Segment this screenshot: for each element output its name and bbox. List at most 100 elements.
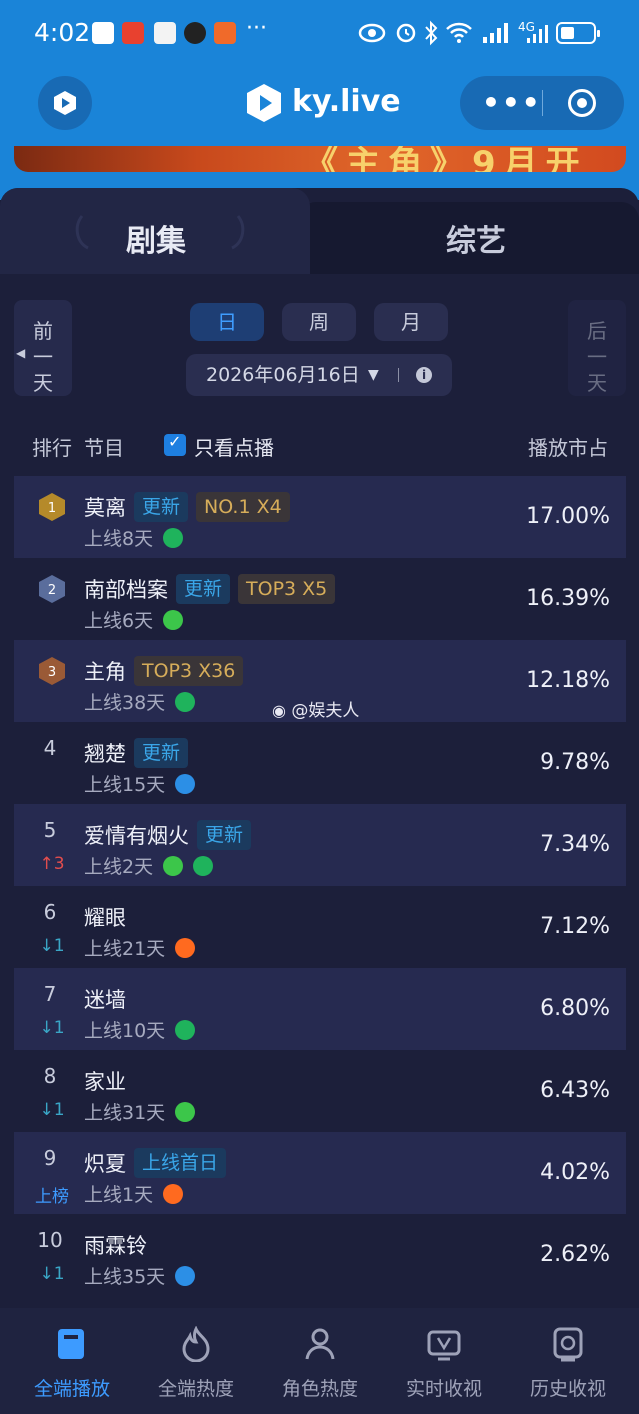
- period-week-button[interactable]: 周: [282, 303, 356, 341]
- youku-icon: [175, 1266, 196, 1286]
- share-value: 4.02%: [540, 1160, 610, 1185]
- program-title: 翘楚: [84, 742, 126, 766]
- tab-variety-label: 综艺: [446, 224, 506, 259]
- next-char: 一: [587, 345, 607, 369]
- medal-gold-icon: 1: [39, 493, 65, 521]
- col-rank: 排行: [32, 436, 72, 460]
- rank-number: 10: [37, 1228, 63, 1252]
- mango-icon: [175, 938, 196, 958]
- prev-char: 天: [33, 371, 53, 395]
- rank-number: 9: [43, 1146, 57, 1170]
- status-time: 4:02: [34, 18, 91, 47]
- medal-bronze-icon: 3: [39, 657, 65, 685]
- tab-drama[interactable]: 剧集: [0, 188, 310, 274]
- rank-number: 8: [43, 1064, 57, 1088]
- nav-person[interactable]: 角色热度: [256, 1326, 384, 1406]
- brand-name: ky.live: [292, 84, 401, 119]
- list-item[interactable]: 9 上榜 炽夏 上线首日 上线1天 4.02%: [14, 1132, 626, 1214]
- nav-flame[interactable]: 全端热度: [132, 1325, 260, 1406]
- alarm-icon: [396, 23, 416, 43]
- rank-number: 7: [43, 982, 57, 1006]
- list-item[interactable]: 7 ↓1 迷墙 上线10天 6.80%: [14, 968, 626, 1050]
- notification-icon: [184, 22, 206, 44]
- filter-checkbox[interactable]: ✓: [164, 432, 186, 456]
- info-icon[interactable]: i: [416, 367, 432, 383]
- list-item[interactable]: 5 ↑3 爱情有烟火 更新 上线2天 7.34%: [14, 804, 626, 886]
- period-month-button[interactable]: 月: [374, 303, 448, 341]
- list-item[interactable]: 8 ↓1 家业 上线31天 6.43%: [14, 1050, 626, 1132]
- rank-number: 1: [48, 501, 56, 516]
- period-day-button[interactable]: 日: [190, 303, 264, 341]
- status-tag: 更新: [134, 738, 189, 768]
- list-item[interactable]: 2 南部档案 更新 TOP3 X5 上线6天 16.39%: [14, 558, 626, 640]
- rank-change: ↓1: [39, 1264, 65, 1284]
- share-value: 6.43%: [540, 1078, 610, 1103]
- online-days: 上线1天: [84, 1184, 154, 1206]
- share-value: 2.62%: [540, 1242, 610, 1267]
- chevron-left-icon: ◀: [16, 346, 26, 360]
- list-item[interactable]: 10 ↓1 雨霖铃 上线35天 2.62%: [14, 1214, 626, 1296]
- home-button[interactable]: [38, 76, 92, 130]
- person-icon: [302, 1326, 338, 1364]
- tab-drama-label: 剧集: [126, 224, 186, 259]
- rank-change: ↓1: [39, 936, 65, 956]
- signal-icon: [483, 23, 508, 43]
- tencent-icon: [193, 856, 214, 876]
- notification-icon: [92, 22, 114, 44]
- banner-text: 《主角》9月开机: [304, 146, 588, 172]
- ky-logo-icon: [54, 91, 76, 115]
- share-value: 17.00%: [526, 504, 610, 529]
- notification-icon: [122, 22, 144, 44]
- weibo-icon: ◉: [272, 701, 286, 720]
- status-bar: 4:02 ··· 4G: [0, 0, 639, 66]
- chevron-down-icon: ▼: [368, 367, 379, 383]
- online-days: 上线8天: [84, 528, 154, 550]
- notification-icon: [154, 22, 176, 44]
- watermark-text: @娱夫人: [291, 701, 360, 721]
- nav-label: 全端热度: [157, 1378, 234, 1400]
- promo-banner[interactable]: 《主角》9月开机: [14, 146, 626, 172]
- nav-tv[interactable]: 实时收视: [380, 1326, 508, 1406]
- nav-label: 角色热度: [281, 1378, 358, 1400]
- history-tv-icon: [550, 1326, 586, 1364]
- program-title: 莫离: [84, 496, 126, 520]
- list-item[interactable]: 1 莫离 更新 NO.1 X4 上线8天 17.00%: [14, 476, 626, 558]
- online-days: 上线38天: [84, 692, 166, 714]
- close-mini-program-button[interactable]: [568, 89, 596, 117]
- medal-silver-icon: 2: [39, 575, 65, 603]
- tencent-icon: [175, 692, 196, 712]
- mini-app-header: ky.live •••: [0, 70, 639, 136]
- program-title: 雨霖铃: [84, 1234, 147, 1258]
- program-title: 爱情有烟火: [84, 824, 189, 848]
- program-title: 耀眼: [84, 906, 126, 930]
- check-icon: ✓: [168, 432, 182, 451]
- date-picker[interactable]: 2026年06月16日 ▼ i: [186, 354, 452, 396]
- status-tag: TOP3 X5: [238, 574, 336, 604]
- status-tag: TOP3 X36: [134, 656, 244, 686]
- divider: [398, 368, 399, 382]
- bluetooth-icon: [425, 20, 438, 46]
- prev-day-button[interactable]: 前 一 天 ◀: [14, 300, 72, 396]
- rank-change: 上榜: [35, 1187, 69, 1207]
- nav-play-book[interactable]: 全端播放: [8, 1326, 136, 1406]
- nav-history-tv[interactable]: 历史收视: [504, 1326, 632, 1406]
- youku-icon: [175, 774, 196, 794]
- list-item[interactable]: 4 翘楚 更新 上线15天 9.78%: [14, 722, 626, 804]
- watermark: ◉ @娱夫人: [272, 696, 359, 721]
- tab-variety[interactable]: 综艺: [300, 202, 639, 274]
- share-value: 7.34%: [540, 832, 610, 857]
- filter-label[interactable]: 只看点播: [194, 432, 274, 461]
- next-day-button[interactable]: 后 一 天: [568, 300, 626, 396]
- nav-label: 全端播放: [33, 1378, 110, 1400]
- col-program: 节目: [84, 436, 124, 460]
- list-item[interactable]: 6 ↓1 耀眼 上线21天 7.12%: [14, 886, 626, 968]
- online-days: 上线6天: [84, 610, 154, 632]
- program-title: 南部档案: [84, 578, 168, 602]
- prev-char: 前: [33, 319, 53, 343]
- capsule-divider: [542, 90, 543, 116]
- online-days: 上线31天: [84, 1102, 166, 1124]
- prev-char: 一: [33, 345, 53, 369]
- online-days: 上线2天: [84, 856, 154, 878]
- laurel-right-icon: [231, 215, 245, 250]
- more-menu-button[interactable]: •••: [482, 86, 542, 119]
